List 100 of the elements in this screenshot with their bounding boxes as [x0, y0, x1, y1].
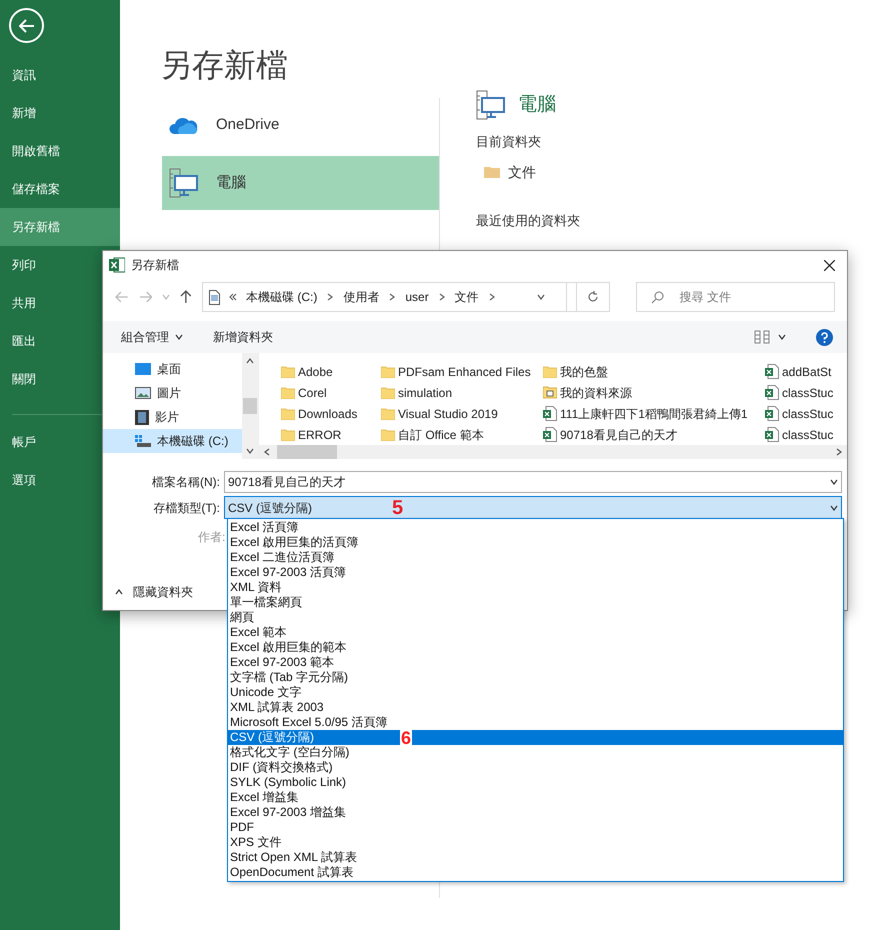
hide-folders-button[interactable]: 隱藏資料夾: [115, 583, 193, 601]
spreadsheet-file-icon: [765, 406, 779, 421]
file-type-option[interactable]: 單一檔案網頁: [228, 595, 843, 610]
menu-item[interactable]: 資訊: [0, 56, 120, 94]
field-label: 存檔類型(T):: [152, 500, 221, 516]
spreadsheet-file-icon: [765, 427, 779, 442]
file-item[interactable]: ERROR: [281, 424, 381, 445]
refresh-icon[interactable]: [586, 291, 599, 303]
back-button[interactable]: [9, 8, 44, 43]
file-type-option[interactable]: Excel 啟用巨集的範本: [228, 640, 843, 655]
file-type-option[interactable]: Excel 二進位活頁簿: [228, 550, 843, 565]
nav-item[interactable]: 影片: [103, 405, 242, 429]
file-type-option[interactable]: OpenDocument 試算表: [228, 865, 843, 880]
file-type-option[interactable]: CSV (逗號分隔) 6: [228, 730, 843, 745]
file-item[interactable]: classStuc: [765, 382, 835, 403]
annotation-number: 6: [400, 728, 412, 746]
spreadsheet-file-icon: [765, 385, 779, 400]
back-arrow-icon[interactable]: [115, 291, 129, 303]
file-item[interactable]: Visual Studio 2019: [381, 403, 543, 424]
file-type-option[interactable]: Microsoft Excel 5.0/95 活頁簿: [228, 715, 843, 730]
folder-icon: [281, 366, 295, 378]
spreadsheet-file-icon: [543, 406, 557, 421]
document-icon: [209, 290, 220, 304]
file-type-option[interactable]: Excel 97-2003 範本: [228, 655, 843, 670]
breadcrumb-item[interactable]: 使用者: [343, 288, 380, 306]
horizontal-scrollbar[interactable]: [259, 445, 847, 459]
file-type-option[interactable]: XPS 文件: [228, 835, 843, 850]
cloud-icon: [169, 115, 199, 135]
file-item[interactable]: Adobe: [281, 361, 381, 382]
filename-field[interactable]: 90718看見自己的天才: [224, 471, 842, 493]
location-item[interactable]: OneDrive: [162, 98, 439, 152]
film-icon: [135, 410, 149, 424]
menu-item[interactable]: 開啟舊檔: [0, 132, 120, 170]
file-item[interactable]: 自訂 Office 範本: [381, 424, 543, 445]
file-item[interactable]: 90718看見自己的天才: [543, 424, 765, 445]
desktop-icon: [135, 363, 151, 375]
file-type-option[interactable]: 文字檔 (Tab 字元分隔): [228, 670, 843, 685]
file-item[interactable]: 我的色盤: [543, 361, 765, 382]
file-type-option[interactable]: DIF (資料交換格式): [228, 760, 843, 775]
menu-item[interactable]: 新增: [0, 94, 120, 132]
nav-item[interactable]: 桌面: [103, 357, 242, 381]
scrollbar-thumb[interactable]: [243, 398, 257, 414]
folder-icon: [543, 366, 557, 378]
computer-icon: [169, 168, 199, 198]
file-type-option[interactable]: XML 資料: [228, 580, 843, 595]
chevron-icon: [488, 293, 496, 301]
nav-item[interactable]: 本機磁碟 (C:): [103, 429, 242, 453]
breadcrumb-item[interactable]: user: [405, 288, 429, 306]
file-item[interactable]: 我的資料來源: [543, 382, 765, 403]
section-heading: 目前資料夾: [476, 133, 542, 151]
file-type-option[interactable]: Excel 範本: [228, 625, 843, 640]
file-item[interactable]: classStuc: [765, 424, 835, 445]
folder-item[interactable]: 文件: [484, 162, 580, 182]
file-type-option[interactable]: Unicode 文字: [228, 685, 843, 700]
file-type-option[interactable]: Excel 增益集: [228, 790, 843, 805]
menu-item[interactable]: 另存新檔: [0, 208, 120, 246]
help-icon[interactable]: [816, 328, 833, 346]
view-options-icon[interactable]: [754, 330, 770, 344]
dropdown-caret-icon: [536, 293, 545, 301]
file-type-option[interactable]: 網頁: [228, 610, 843, 625]
location-item[interactable]: 電腦: [162, 156, 439, 210]
chevron-icon: [388, 293, 396, 301]
file-item[interactable]: Downloads: [281, 403, 381, 424]
drive-icon: [135, 435, 151, 447]
folder-icon: [381, 428, 395, 440]
file-type-option[interactable]: SYLK (Symbolic Link): [228, 775, 843, 790]
file-type-option[interactable]: Excel 啟用巨集的活頁簿: [228, 535, 843, 550]
file-item[interactable]: PDFsam Enhanced Files: [381, 361, 543, 382]
up-arrow-icon[interactable]: [180, 290, 192, 304]
file-item[interactable]: 111上康軒四下1稻鴨間張君綺上傳1: [543, 403, 765, 424]
file-item[interactable]: simulation: [381, 382, 543, 403]
file-type-option[interactable]: XML 試算表 2003: [228, 700, 843, 715]
file-item[interactable]: Corel: [281, 382, 381, 403]
picture-icon: [135, 387, 151, 399]
breadcrumb-item[interactable]: 本機磁碟 (C:): [246, 288, 318, 306]
forward-arrow-icon[interactable]: [138, 291, 152, 303]
menu-item[interactable]: 儲存檔案: [0, 170, 120, 208]
search-field[interactable]: 搜尋 文件: [636, 282, 836, 312]
address-bar[interactable]: 本機磁碟 (C:) 使用者 user 文件: [202, 282, 610, 312]
file-type-option[interactable]: Excel 活頁簿: [228, 520, 843, 535]
file-item[interactable]: addBatSt: [765, 361, 835, 382]
spreadsheet-file-icon: [765, 364, 779, 379]
file-type-option[interactable]: PDF: [228, 820, 843, 835]
down-chevron-icon: [246, 447, 254, 455]
annotation-number: 5: [392, 498, 404, 518]
file-type-dropdown[interactable]: CSV (逗號分隔) 5: [224, 496, 842, 519]
organize-button[interactable]: 組合管理: [121, 328, 183, 346]
caret-icon: [778, 333, 786, 341]
file-type-option[interactable]: 格式化文字 (空白分隔): [228, 745, 843, 760]
vertical-scrollbar[interactable]: [242, 353, 258, 459]
file-item[interactable]: classStuc: [765, 403, 835, 424]
nav-item[interactable]: 圖片: [103, 381, 242, 405]
file-type-option[interactable]: Strict Open XML 試算表: [228, 850, 843, 865]
file-type-option[interactable]: Excel 97-2003 增益集: [228, 805, 843, 820]
new-folder-button[interactable]: 新增資料夾: [213, 328, 273, 346]
caret-icon: [175, 333, 183, 341]
folder-icon: [381, 366, 395, 378]
breadcrumb-item[interactable]: 文件: [454, 288, 479, 306]
scrollbar-thumb[interactable]: [277, 445, 337, 459]
file-type-option[interactable]: Excel 97-2003 活頁簿: [228, 565, 843, 580]
